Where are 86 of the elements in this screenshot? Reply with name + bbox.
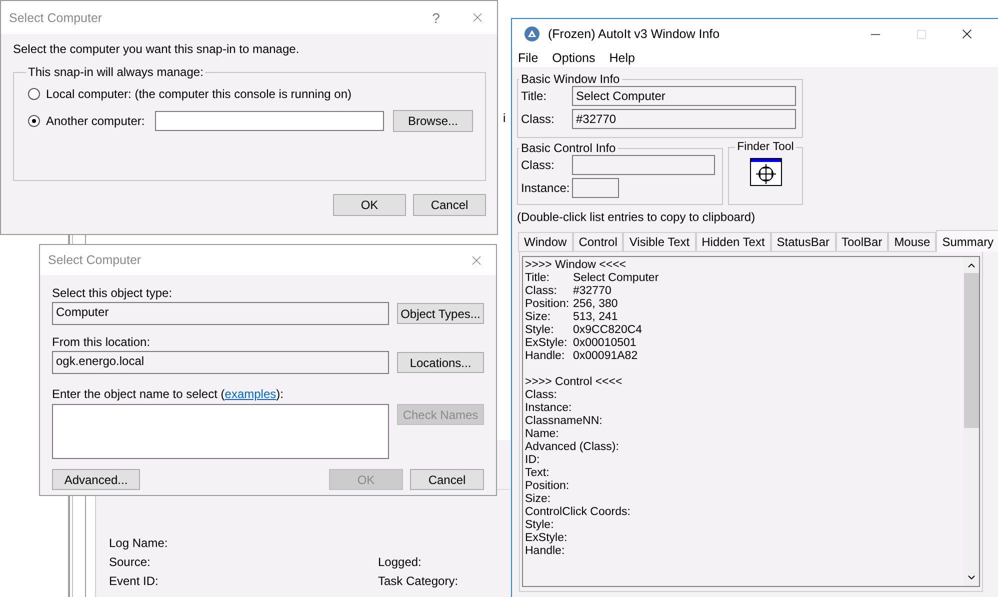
locations-button[interactable]: Locations... (397, 352, 484, 373)
field-label: From this location: (52, 335, 152, 349)
summary-label: Position: (525, 298, 570, 310)
summary-value: 0x9CC820C4 (573, 324, 642, 337)
radio-button[interactable] (28, 115, 40, 127)
hint-text: (Double-click list entries to copy to clipboard) (517, 210, 756, 224)
summary-line: Text: (525, 467, 550, 480)
field-label: Title: (521, 89, 548, 103)
detail-label: Logged: (378, 555, 422, 569)
field-label: Instance: (521, 181, 571, 195)
tab[interactable]: StatusBar (770, 232, 836, 252)
tab[interactable]: Window (518, 232, 573, 252)
detail-label: Task Category: (378, 574, 460, 588)
summary-line: ControlClick Coords: (525, 506, 630, 519)
advanced-button[interactable]: Advanced... (52, 469, 140, 490)
group-label: This snap-in will always manage: (27, 65, 204, 79)
summary-label: Style: (525, 324, 554, 336)
radio-label: Another computer: (46, 114, 146, 128)
window-title: Select Computer (48, 253, 142, 267)
summary-line: ClassnameNN: (525, 415, 602, 428)
tab[interactable]: Mouse (888, 232, 936, 252)
field-label: Class: (521, 158, 556, 172)
summary-label: Class: (525, 285, 557, 297)
summary-value: 256, 380 (573, 298, 618, 311)
location-field[interactable]: ogk.energo.local (52, 351, 389, 374)
summary-line: Size: (525, 493, 551, 506)
window-title: Select Computer (9, 10, 104, 24)
summary-line: ID: (525, 454, 540, 467)
object-name-field[interactable] (52, 404, 389, 459)
summary-line: >>>> Control <<<< (525, 376, 622, 389)
tab[interactable]: Hidden Text (696, 232, 771, 252)
window-title: (Frozen) AutoIt v3 Window Info (548, 27, 721, 41)
title-field[interactable]: Select Computer (572, 86, 796, 106)
summary-value: #32770 (573, 285, 612, 298)
field-label: Class: (521, 112, 556, 126)
browse-button[interactable]: Browse... (393, 110, 473, 132)
summary-line: Instance: (525, 402, 572, 415)
background-text: i (503, 111, 506, 125)
field-label: Select this object type: (52, 286, 174, 300)
summary-label: Title: (525, 272, 550, 284)
summary-value: Select Computer (573, 272, 659, 285)
group-label: Basic Control Info (520, 141, 617, 155)
summary-label: Handle: (525, 350, 565, 362)
help-button[interactable]: ? (415, 10, 457, 26)
radio-button[interactable] (28, 88, 40, 100)
group-label: Basic Window Info (520, 72, 621, 86)
examples-link[interactable]: examples (224, 387, 276, 401)
summary-line: Class: (525, 389, 557, 402)
tab[interactable]: Control (572, 232, 624, 252)
detail-label: Event ID: (109, 574, 160, 588)
instruction-text: Select the computer you want this snap-in to manage. (13, 42, 300, 56)
group-label: Finder Tool (736, 141, 795, 153)
dialog-button[interactable]: OK (333, 194, 406, 216)
tab[interactable]: Summary (936, 230, 998, 252)
class-field[interactable] (572, 155, 715, 175)
summary-line: Name: (525, 428, 559, 441)
menu-item[interactable]: File (518, 51, 538, 65)
menu-item[interactable]: Help (609, 51, 635, 65)
class-field[interactable]: #32770 (572, 109, 796, 129)
summary-line: Style: (525, 519, 554, 532)
summary-label: Size: (525, 311, 551, 323)
summary-label: ExStyle: (525, 337, 568, 349)
summary-value: 513, 241 (573, 311, 618, 324)
detail-label: Log Name: (109, 536, 169, 550)
computer-name-field[interactable] (155, 111, 384, 131)
object-types-button[interactable]: Object Types... (397, 303, 484, 324)
summary-line: Advanced (Class): (525, 441, 619, 454)
radio-label: Local computer: (the computer this console is running on) (46, 87, 352, 101)
tab[interactable]: Visible Text (623, 232, 696, 252)
instance-field[interactable] (572, 178, 619, 198)
field-label: Enter the object name to select (examples): (52, 387, 284, 401)
object-type-field[interactable]: Computer (52, 302, 389, 325)
scrollbar[interactable] (963, 256, 980, 587)
app-logo-icon (524, 26, 540, 42)
summary-line: Handle: (525, 545, 565, 558)
summary-line: >>>> Window <<<< (525, 259, 626, 272)
finder-tool-icon[interactable] (750, 158, 782, 186)
summary-line: Position: (525, 480, 570, 493)
dialog-button[interactable]: Cancel (413, 194, 486, 216)
dialog-button[interactable]: Cancel (410, 469, 484, 490)
detail-label: Source: (109, 555, 152, 569)
tab[interactable]: ToolBar (836, 232, 888, 252)
menu-item[interactable]: Options (552, 51, 596, 65)
summary-value: 0x00010501 (573, 337, 636, 350)
summary-value: 0x00091A82 (573, 350, 638, 363)
summary-line: ExStyle: (525, 532, 568, 545)
